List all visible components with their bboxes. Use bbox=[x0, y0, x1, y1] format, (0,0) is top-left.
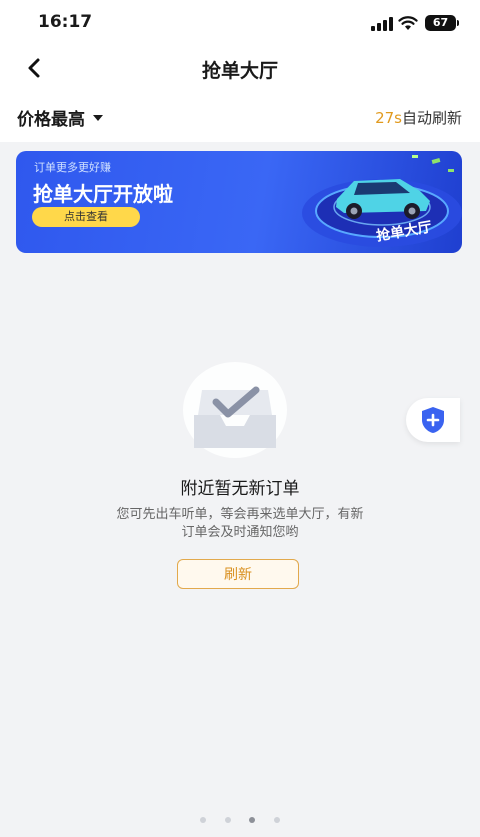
banner-title: 抢单大厅开放啦 bbox=[33, 182, 173, 206]
countdown-suffix: 自动刷新 bbox=[401, 109, 462, 127]
sort-dropdown[interactable]: 价格最高 bbox=[17, 105, 103, 130]
countdown-value: 27s bbox=[375, 109, 402, 127]
page-title: 抢单大厅 bbox=[201, 60, 278, 82]
empty-description-line2: 订单会及时通知您哟 bbox=[181, 525, 299, 540]
battery-level: 67 bbox=[432, 16, 449, 29]
safety-shield-button[interactable] bbox=[406, 398, 460, 442]
empty-state-description: 您可先出车听单，等会再来选单大厅，有新 订单会及时通知您哟 bbox=[90, 506, 390, 542]
page-dot bbox=[273, 817, 280, 823]
promo-banner[interactable]: 订单更多更好赚 抢单大厅开放啦 点击查看 抢单大厅 bbox=[16, 151, 462, 253]
auto-refresh-timer: 27s自动刷新 bbox=[375, 107, 462, 128]
refresh-button[interactable]: 刷新 bbox=[177, 559, 299, 589]
page-indicator bbox=[200, 817, 280, 825]
nav-bar: 抢单大厅 bbox=[0, 44, 480, 92]
signal-icon bbox=[371, 17, 393, 31]
page-dot bbox=[249, 817, 256, 823]
banner-view-button[interactable]: 点击查看 bbox=[32, 207, 140, 227]
page-dot bbox=[200, 817, 206, 823]
shield-plus-icon bbox=[422, 407, 444, 433]
caret-down-icon bbox=[93, 114, 103, 121]
wifi-icon bbox=[398, 16, 418, 30]
page-dot bbox=[224, 817, 231, 823]
empty-state-title: 附近暂无新订单 bbox=[180, 479, 300, 499]
empty-inbox-check-icon bbox=[183, 362, 287, 458]
filter-bar: 价格最高 27s自动刷新 bbox=[0, 96, 480, 136]
empty-description-line1: 您可先出车听单，等会再来选单大厅，有新 bbox=[116, 507, 364, 522]
banner-subtitle: 订单更多更好赚 bbox=[34, 161, 111, 174]
battery-icon: 67 bbox=[425, 15, 459, 31]
status-time: 16:17 bbox=[38, 12, 93, 32]
status-bar: 16:17 67 bbox=[0, 0, 480, 44]
sort-label: 价格最高 bbox=[17, 110, 85, 130]
